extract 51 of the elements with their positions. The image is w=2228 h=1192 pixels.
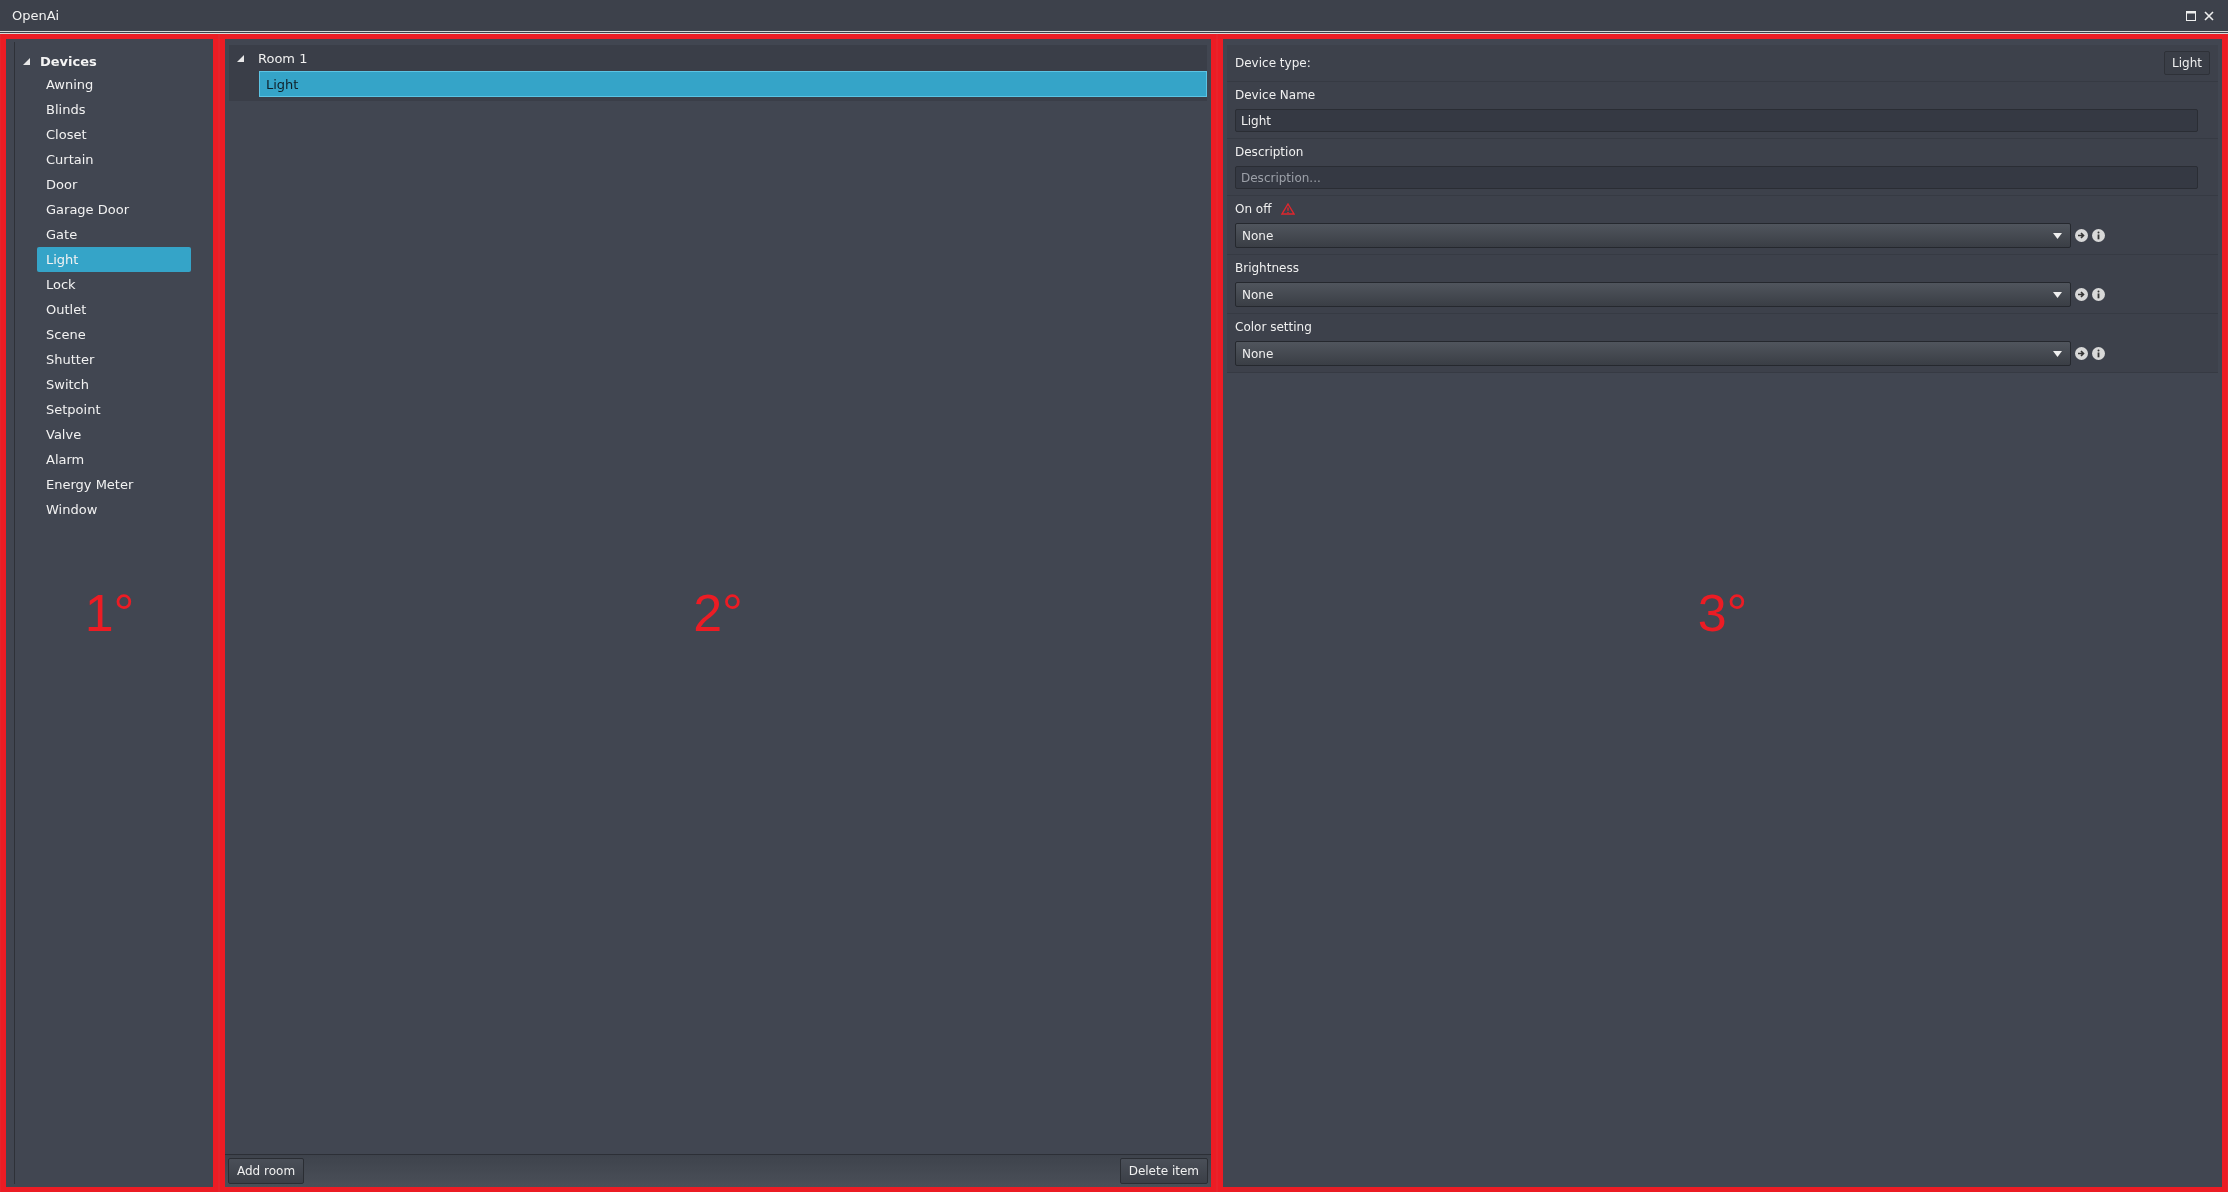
dropdown[interactable]: None <box>1235 341 2071 366</box>
room-device-item[interactable]: Light <box>259 71 1207 97</box>
tree-item[interactable]: Closet <box>37 122 191 147</box>
tree-item[interactable]: Energy Meter <box>37 472 191 497</box>
arrow-circle-icon[interactable] <box>2075 288 2088 301</box>
tree-header[interactable]: Devices <box>40 53 97 69</box>
arrow-circle-icon[interactable] <box>2075 347 2088 360</box>
close-icon <box>2204 10 2214 21</box>
tree-item[interactable]: Outlet <box>37 297 191 322</box>
description-field[interactable]: Description... <box>1235 166 2198 189</box>
tree-item[interactable]: Switch <box>37 372 191 397</box>
device-name-field[interactable]: Light <box>1235 109 2198 132</box>
annotation-label: 2° <box>693 583 743 643</box>
info-icon[interactable] <box>2092 229 2105 242</box>
field-label: Device Name <box>1235 88 1317 102</box>
dropdown[interactable]: None <box>1235 282 2071 307</box>
field-label: Color setting <box>1235 320 1312 334</box>
delete-item-button[interactable]: Delete item <box>1119 1158 1208 1184</box>
tree-item[interactable]: Gate <box>37 222 191 247</box>
field-label: Device type: <box>1235 56 1311 70</box>
tree-item[interactable]: Curtain <box>37 147 191 172</box>
field-label: On off <box>1235 202 1272 216</box>
tree-item[interactable]: Awning <box>37 72 191 97</box>
tree-item[interactable]: Window <box>37 497 191 522</box>
room-label[interactable]: Room 1 <box>258 50 308 66</box>
tree-item[interactable]: Lock <box>37 272 191 297</box>
window-title: OpenAi <box>12 8 61 23</box>
tree-item[interactable]: Alarm <box>37 447 191 472</box>
arrow-circle-icon[interactable] <box>2075 229 2088 242</box>
caret-icon <box>2053 232 2062 239</box>
tree-item[interactable]: Blinds <box>37 97 191 122</box>
caret-icon <box>2053 350 2062 357</box>
info-icon[interactable] <box>2092 347 2105 360</box>
field-label: Brightness <box>1235 261 1299 275</box>
maximize-icon <box>2186 10 2196 21</box>
device-type-value: Light <box>2164 51 2210 75</box>
expand-triangle-icon[interactable] <box>237 54 244 62</box>
caret-icon <box>2053 291 2062 298</box>
tree-item[interactable]: Shutter <box>37 347 191 372</box>
expand-triangle-icon[interactable] <box>23 57 30 65</box>
tree-item[interactable]: Setpoint <box>37 397 191 422</box>
add-room-button[interactable]: Add room <box>228 1158 305 1184</box>
tree-item[interactable]: Garage Door <box>37 197 191 222</box>
annotation-label: 3° <box>1697 583 1748 643</box>
tree-item[interactable]: Scene <box>37 322 191 347</box>
info-icon[interactable] <box>2092 288 2105 301</box>
dropdown[interactable]: None <box>1235 223 2071 248</box>
field-label: Description <box>1235 145 1305 159</box>
annotation-label: 1° <box>84 583 135 643</box>
tree-item[interactable]: Valve <box>37 422 191 447</box>
tree-item[interactable]: Door <box>37 172 191 197</box>
